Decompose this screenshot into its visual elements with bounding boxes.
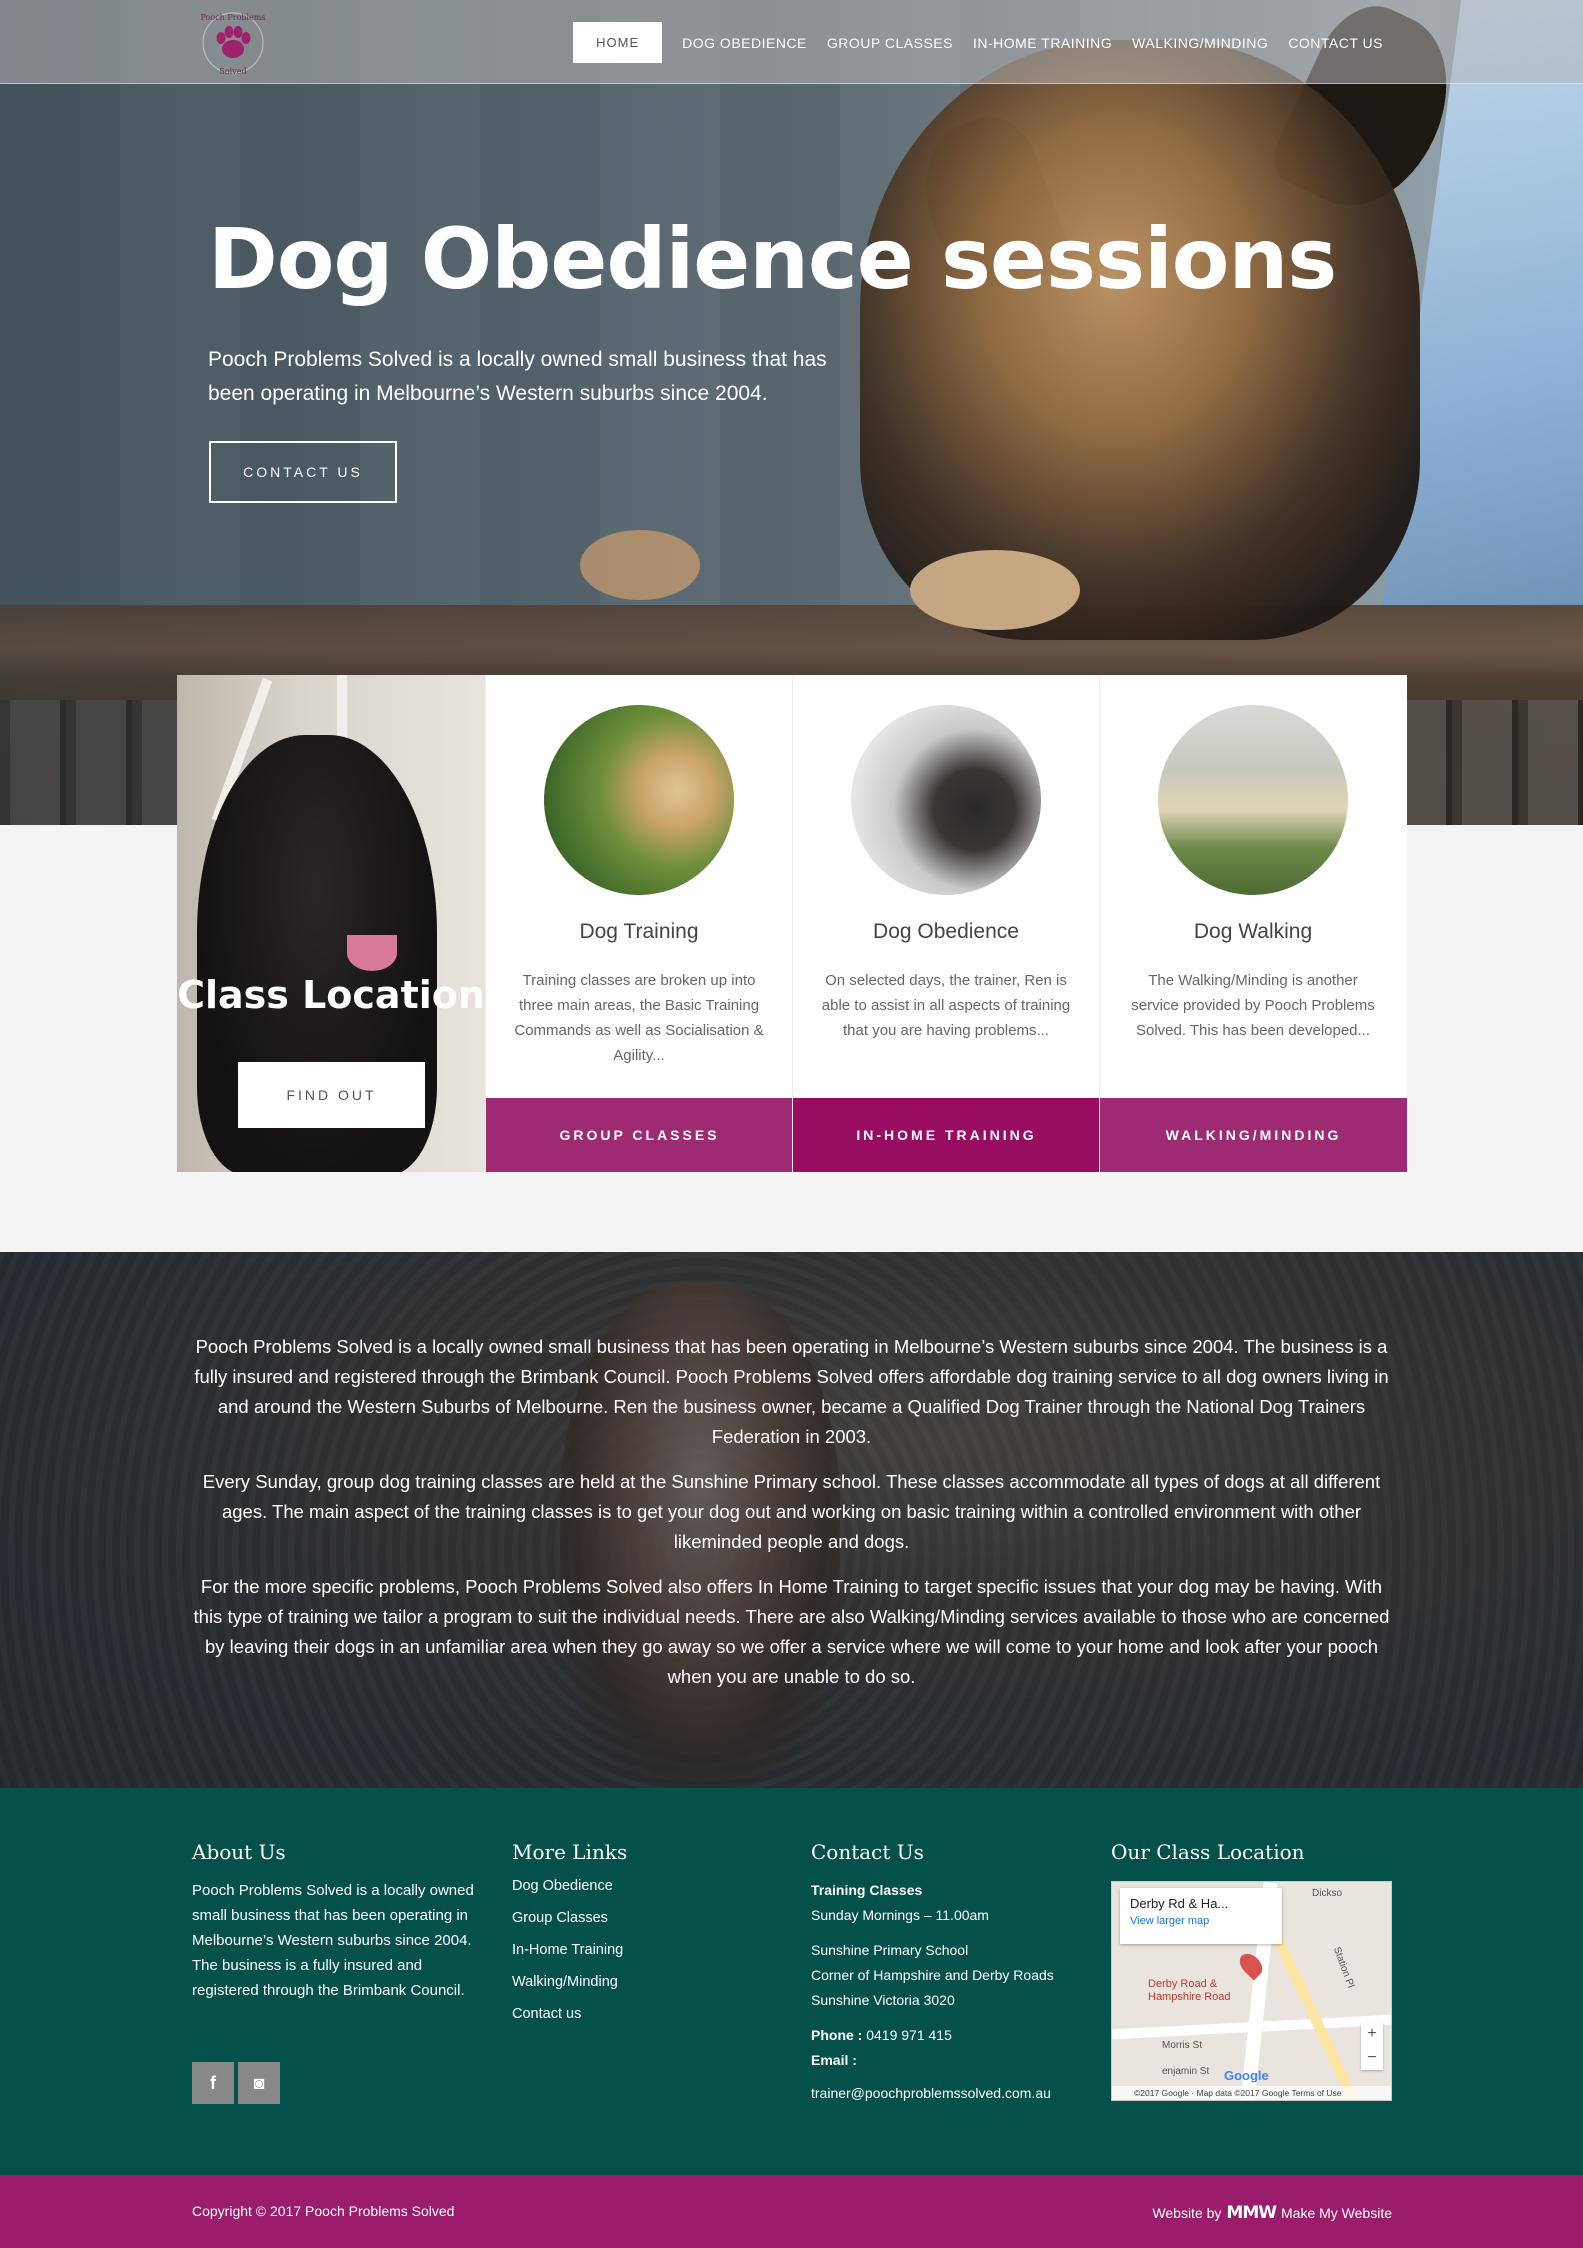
footer-more-links: More Links Dog Obedience Group Classes I… [512,1840,752,2038]
copyright-text: Copyright © 2017 Pooch Problems Solved [192,2203,455,2219]
nav-item-contact-us[interactable]: CONTACT US [1288,35,1383,51]
view-larger-map-link[interactable]: View larger map [1130,1915,1272,1927]
dog-walking-image [1158,705,1348,895]
footer-map-title: Our Class Location [1111,1840,1305,1864]
venue-address-1: Corner of Hampshire and Derby Roads [811,1967,1054,1983]
nav-item-dog-obedience[interactable]: DOG OBEDIENCE [682,35,807,51]
service-card-dog-obedience: Dog Obedience On selected days, the trai… [792,675,1100,1172]
map-pin-label: Hampshire Road [1148,1991,1231,2003]
contact-us-button[interactable]: CONTACT US [209,441,397,503]
about-section: Pooch Problems Solved is a locally owned… [0,1252,1583,1788]
nav-item-home[interactable]: HOME [573,22,663,63]
map-street-label: Dickso [1312,1888,1343,1899]
group-classes-button[interactable]: GROUP CLASSES [486,1098,793,1172]
copyright-bar: Copyright © 2017 Pooch Problems Solved W… [0,2175,1583,2248]
zoom-in-icon[interactable]: + [1361,2022,1383,2046]
about-paragraph: For the more specific problems, Pooch Pr… [193,1576,1390,1687]
footer-link-group-classes[interactable]: Group Classes [512,1910,752,1926]
nav-item-walking-minding[interactable]: WALKING/MINDING [1132,35,1268,51]
dog-training-image [544,705,734,895]
credit-prefix: Website by [1152,2205,1222,2221]
walking-minding-button[interactable]: WALKING/MINDING [1100,1098,1407,1172]
training-classes-label: Training Classes [811,1882,923,1898]
map-info-popup: Derby Rd & Ha... View larger map [1120,1888,1282,1944]
class-location-card: Class Location FIND OUT [177,675,485,1172]
site-logo[interactable]: Pooch Problems Solved [190,8,276,78]
map-street-label: Morris St [1162,2040,1202,2051]
nav-item-in-home-training[interactable]: IN-HOME TRAINING [973,35,1112,51]
service-title: Dog Obedience [873,920,1019,943]
facebook-icon[interactable]: f [192,2062,234,2104]
main-nav: HOME DOG OBEDIENCE GROUP CLASSES IN-HOME… [573,22,1383,63]
footer-link-in-home-training[interactable]: In-Home Training [512,1942,752,1958]
email-address[interactable]: trainer@poochproblemssolved.com.au [811,2081,1091,2106]
hero-title: Dog Obedience sessions [208,210,1337,308]
google-logo: Google [1224,2068,1269,2083]
email-label: Email : [811,2052,857,2068]
paw-logo-icon: Pooch Problems Solved [201,12,266,76]
nav-item-group-classes[interactable]: GROUP CLASSES [827,35,953,51]
map-pin-label: Derby Road & [1148,1978,1218,1990]
in-home-training-button[interactable]: IN-HOME TRAINING [793,1098,1100,1172]
footer-links-title: More Links [512,1840,628,1864]
map-road [1270,1929,1364,2100]
location-map[interactable]: Dickso Station Pl Morris St enjamin St D… [1111,1881,1392,2101]
footer-map-column: Our Class Location [1111,1840,1401,1878]
zoom-out-icon[interactable]: − [1361,2046,1383,2070]
website-credit[interactable]: Website by MMW Make My Website [1152,2203,1392,2223]
service-title: Dog Walking [1193,920,1313,943]
footer-link-walking-minding[interactable]: Walking/Minding [512,1974,752,1990]
phone-number[interactable]: 0419 971 415 [866,2027,952,2043]
training-classes-time: Sunday Mornings – 11.00am [811,1907,989,1923]
service-description: Training classes are broken up into thre… [514,972,764,1064]
hero-subtitle: Pooch Problems Solved is a locally owned… [208,348,827,405]
find-out-button[interactable]: FIND OUT [238,1062,425,1128]
services-section: Class Location FIND OUT Dog Training Tra… [177,675,1407,1172]
about-paragraph: Every Sunday, group dog training classes… [202,1471,1381,1552]
map-street-label: enjamin St [1162,2066,1210,2077]
venue-name: Sunshine Primary School [811,1942,969,1958]
logo-text-top: Pooch Problems [201,13,266,22]
footer-contact: Contact Us Training Classes Sunday Morni… [811,1840,1091,2106]
pug-tongue [347,935,397,971]
site-header: Pooch Problems Solved HOME DOG OBEDIENCE… [0,0,1583,84]
class-location-title: Class Location [177,973,485,1017]
map-popup-title: Derby Rd & Ha... [1130,1896,1229,1911]
map-attribution: ©2017 Google · Map data ©2017 Google Ter… [1112,2086,1391,2100]
logo-text-bottom: Solved [219,67,246,76]
service-card-dog-training: Dog Training Training classes are broken… [485,675,793,1172]
footer-about: About Us Pooch Problems Solved is a loca… [192,1840,482,2003]
service-description: On selected days, the trainer, Ren is ab… [821,972,1071,1039]
make-my-website-logo: MMW [1226,2203,1277,2223]
dog-obedience-image [851,705,1041,895]
map-street-label: Station Pl [1330,1945,1356,1990]
footer-about-text: Pooch Problems Solved is a locally owned… [192,1882,474,1999]
venue-address-2: Sunshine Victoria 3020 [811,1992,955,2008]
phone-label: Phone : [811,2027,863,2043]
social-links: f ◙ [192,2062,280,2104]
about-paragraph: Pooch Problems Solved is a locally owned… [194,1336,1389,1447]
map-zoom-control: + − [1361,2022,1383,2070]
footer-about-title: About Us [192,1840,286,1864]
footer-link-dog-obedience[interactable]: Dog Obedience [512,1878,752,1894]
footer-contact-title: Contact Us [811,1840,924,1864]
footer-link-contact-us[interactable]: Contact us [512,2006,752,2022]
instagram-icon[interactable]: ◙ [238,2062,280,2104]
service-description: The Walking/Minding is another service p… [1131,972,1375,1039]
credit-name: Make My Website [1281,2205,1392,2221]
about-text: Pooch Problems Solved is a locally owned… [190,1332,1393,1707]
service-card-dog-walking: Dog Walking The Walking/Minding is anoth… [1099,675,1407,1172]
site-footer: About Us Pooch Problems Solved is a loca… [0,1788,1583,2175]
service-title: Dog Training [579,920,699,943]
